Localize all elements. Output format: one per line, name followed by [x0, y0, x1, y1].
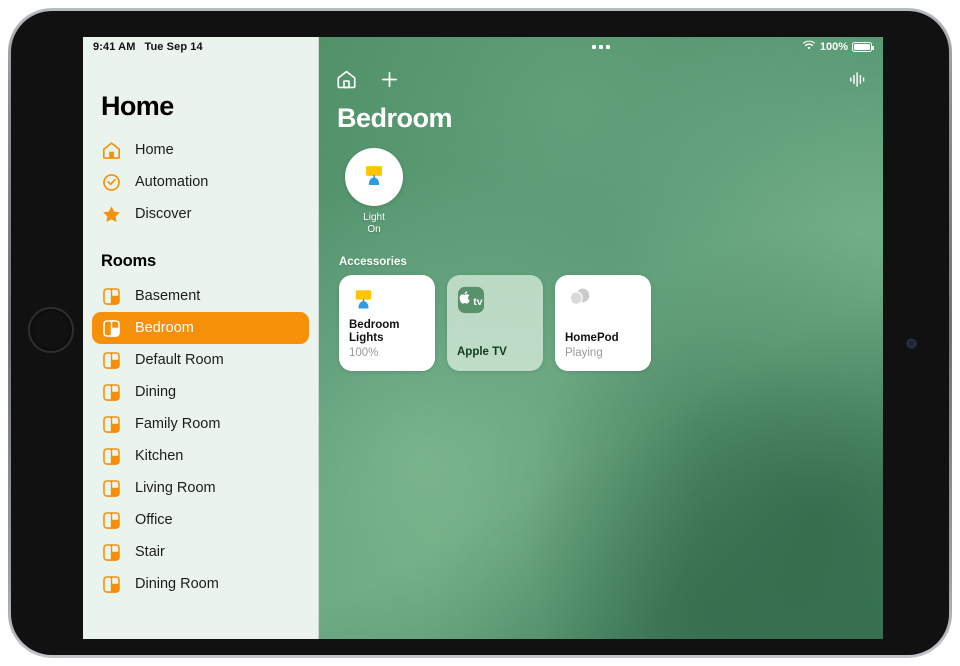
wifi-icon	[802, 40, 816, 54]
house-icon	[101, 140, 122, 161]
device-body: 9:41 AM Tue Sep 14 Home Home Automation …	[11, 11, 949, 655]
status-tile-state: On	[367, 224, 381, 235]
accessory-name: HomePod	[565, 332, 619, 344]
sidebar-item-label: Bedroom	[135, 320, 194, 336]
status-tile-label: Light On	[339, 212, 409, 236]
toolbar	[319, 57, 883, 101]
room-icon	[101, 478, 122, 499]
accessory-state: Playing	[565, 347, 603, 359]
battery-full-icon	[852, 42, 874, 52]
sidebar-item-dining[interactable]: Dining	[92, 376, 309, 408]
accessory-tile-text: Apple TV	[457, 346, 533, 360]
status-tile-icon-wrap	[345, 148, 403, 206]
status-tile-light[interactable]: Light On	[339, 148, 409, 236]
apple-tv-icon: tv	[457, 286, 533, 316]
accessories-section-header: Accessories	[339, 256, 407, 268]
status-bar: 9:41 AM Tue Sep 14	[83, 37, 318, 57]
home-button[interactable]	[28, 307, 74, 353]
sidebar-item-label: Dining	[135, 384, 177, 400]
room-icon	[101, 318, 122, 339]
status-tile-name: Light	[363, 212, 385, 223]
status-bar-date: Tue Sep 14	[144, 41, 203, 53]
multitask-handle-icon[interactable]	[592, 45, 610, 49]
sidebar-item-label: Dining Room	[135, 576, 219, 592]
status-bar-time: 9:41 AM	[93, 41, 136, 53]
accessory-tile-bedroom-lights[interactable]: Bedroom Lights 100%	[339, 275, 435, 371]
lamp-icon	[349, 286, 425, 316]
room-icon	[101, 382, 122, 403]
main-status-bar: 100%	[319, 37, 883, 57]
sidebar-item-label: Office	[135, 512, 173, 528]
sidebar-item-stair[interactable]: Stair	[92, 536, 309, 568]
sidebar-item-dining-room[interactable]: Dining Room	[92, 568, 309, 600]
sidebar-item-label: Stair	[135, 544, 165, 560]
sidebar-item-label: Basement	[135, 288, 201, 304]
front-camera	[907, 339, 916, 348]
homepod-icon	[565, 286, 641, 316]
sidebar-item-label: Default Room	[135, 352, 224, 368]
clock-check-icon	[101, 172, 122, 193]
accessory-tile-homepod[interactable]: HomePod Playing	[555, 275, 651, 371]
room-icon	[101, 542, 122, 563]
sidebar-item-living-room[interactable]: Living Room	[92, 472, 309, 504]
room-icon	[101, 286, 122, 307]
battery-percent-label: 100%	[819, 41, 848, 53]
plus-icon[interactable]	[378, 68, 401, 91]
room-list: Basement Bedroom Default Room Dining Family …	[83, 280, 318, 600]
audio-waveform-icon[interactable]	[846, 68, 869, 91]
sidebar-item-label: Automation	[135, 174, 209, 190]
main-content: 100% Bedroom Light On Accessories Bedroo…	[319, 37, 883, 639]
room-icon	[101, 414, 122, 435]
accessory-tile-text: HomePod Playing	[565, 332, 641, 360]
status-tiles: Light On	[319, 134, 883, 236]
house-outline-icon[interactable]	[335, 68, 358, 91]
sidebar: 9:41 AM Tue Sep 14 Home Home Automation …	[83, 37, 319, 639]
sidebar-item-basement[interactable]: Basement	[92, 280, 309, 312]
sidebar-item-office[interactable]: Office	[92, 504, 309, 536]
accessory-tile-apple-tv[interactable]: tv Apple TV	[447, 275, 543, 371]
svg-text:tv: tv	[473, 297, 482, 308]
room-icon	[101, 574, 122, 595]
room-title: Bedroom	[337, 103, 453, 133]
screen: 9:41 AM Tue Sep 14 Home Home Automation …	[83, 37, 883, 639]
accessory-name: Bedroom Lights	[349, 319, 400, 344]
page-title: Home	[101, 91, 174, 121]
sidebar-item-automation[interactable]: Automation	[92, 166, 309, 198]
accessory-state: 100%	[349, 347, 379, 359]
sidebar-item-label: Kitchen	[135, 448, 184, 464]
device-frame: 9:41 AM Tue Sep 14 Home Home Automation …	[8, 8, 952, 658]
sidebar-item-kitchen[interactable]: Kitchen	[92, 440, 309, 472]
sidebar-item-home[interactable]: Home	[92, 134, 309, 166]
sidebar-item-bedroom[interactable]: Bedroom	[92, 312, 309, 344]
accessory-tile-text: Bedroom Lights 100%	[349, 319, 425, 360]
sidebar-item-label: Discover	[135, 206, 192, 222]
sidebar-item-default-room[interactable]: Default Room	[92, 344, 309, 376]
room-icon	[101, 446, 122, 467]
star-icon	[101, 204, 122, 225]
room-icon	[101, 510, 122, 531]
room-icon	[101, 350, 122, 371]
lamp-icon	[359, 160, 389, 195]
sidebar-item-label: Family Room	[135, 416, 221, 432]
sidebar-item-label: Home	[135, 142, 174, 158]
accessory-name: Apple TV	[457, 346, 507, 358]
accessory-grid: Bedroom Lights 100% tv Apple TV HomePod …	[319, 275, 883, 371]
sidebar-item-family-room[interactable]: Family Room	[92, 408, 309, 440]
sidebar-item-label: Living Room	[135, 480, 216, 496]
rooms-section-header: Rooms	[101, 252, 156, 270]
sidebar-item-discover[interactable]: Discover	[92, 198, 309, 230]
